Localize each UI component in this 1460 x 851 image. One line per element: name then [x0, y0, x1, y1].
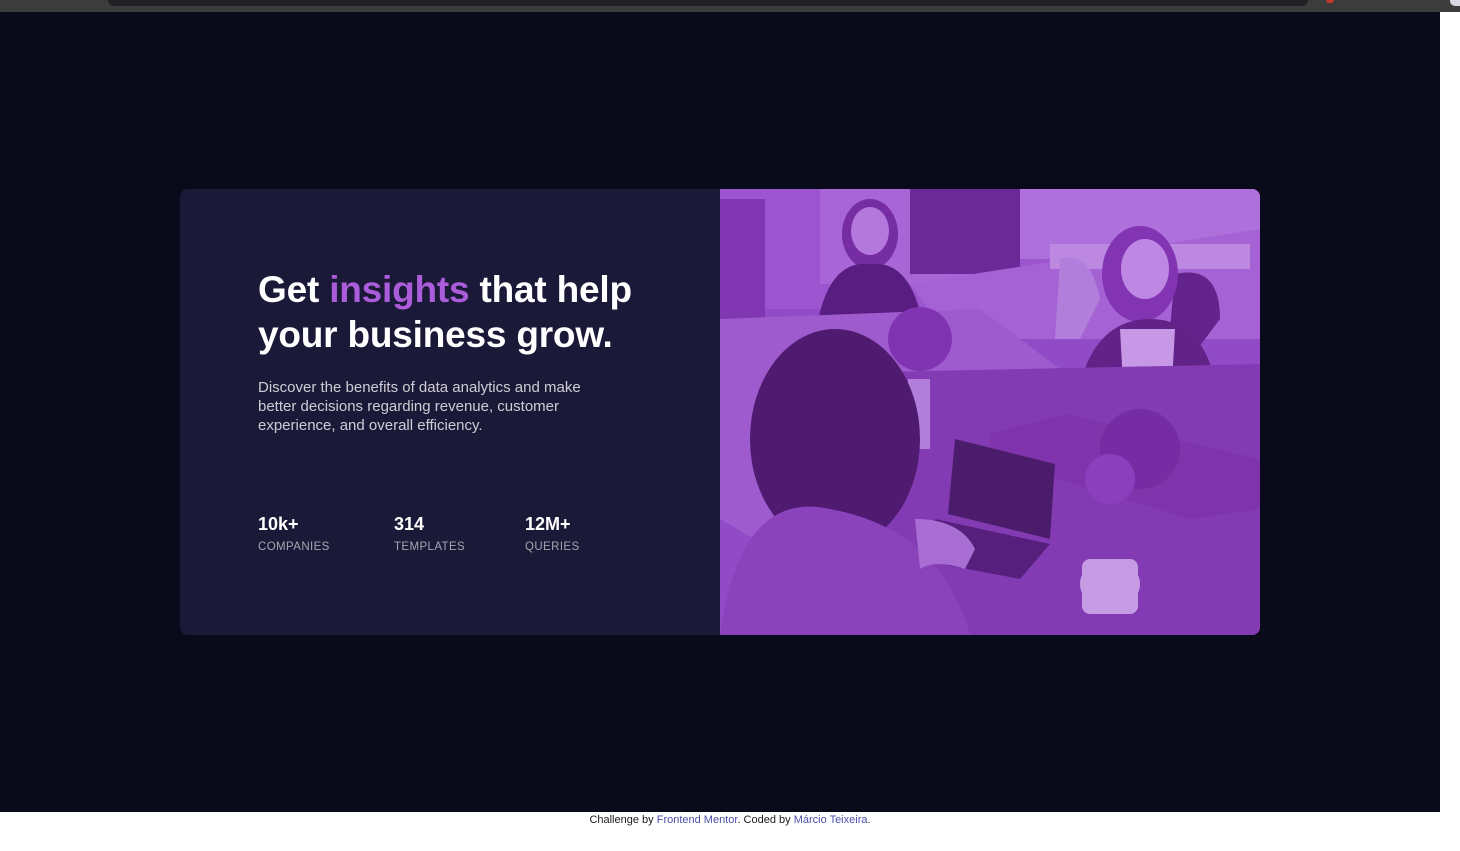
title-before: Get: [258, 269, 320, 310]
author-link[interactable]: Márcio Teixeira: [794, 814, 868, 826]
page-title: Get insights that help your business gro…: [258, 267, 678, 357]
stat-label: Templates: [394, 541, 466, 553]
right-gutter: [1440, 12, 1460, 812]
stat-companies: 10k+ Companies: [258, 513, 394, 555]
stat-value: 314: [394, 514, 425, 534]
browser-chrome: [0, 0, 1460, 12]
attribution-suffix: .: [867, 814, 871, 826]
record-indicator-icon: [1326, 0, 1334, 3]
stat-label: Companies: [258, 541, 330, 553]
stats-preview-card: Get insights that help your business gro…: [180, 189, 1260, 635]
profile-icon[interactable]: [1450, 0, 1460, 6]
page-background: Get insights that help your business gro…: [0, 12, 1440, 812]
stat-value: 12M+: [525, 514, 571, 534]
address-bar[interactable]: [108, 0, 1308, 6]
title-accent: insights: [329, 269, 470, 310]
stats-row: 10k+ Companies 314 Templates 12M+ Querie…: [258, 513, 580, 555]
card-text-panel: Get insights that help your business gro…: [180, 189, 720, 635]
stat-queries: 12M+ Queries: [525, 513, 580, 555]
stat-label: Queries: [525, 541, 580, 553]
frontend-mentor-link[interactable]: Frontend Mentor: [657, 814, 738, 826]
header-image: [720, 189, 1260, 635]
attribution-prefix: Challenge by: [589, 814, 654, 826]
stat-value: 10k+: [258, 514, 299, 534]
stat-templates: 314 Templates: [394, 513, 525, 555]
office-team-photo-icon: [720, 189, 1260, 635]
card-description: Discover the benefits of data analytics …: [258, 379, 581, 434]
attribution: Challenge by Frontend Mentor. Coded by M…: [0, 812, 1460, 833]
attribution-middle: . Coded by: [737, 814, 791, 826]
